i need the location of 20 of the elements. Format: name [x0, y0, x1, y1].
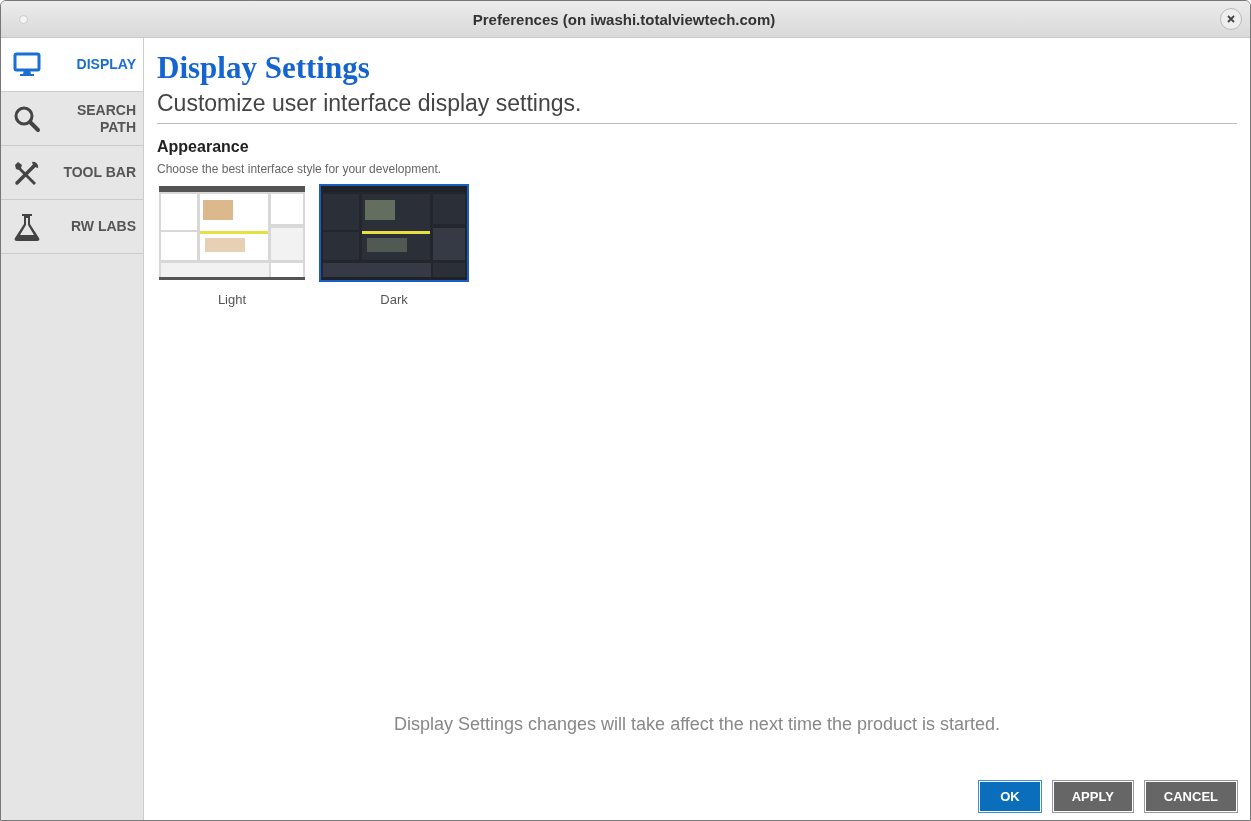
sidebar-item[interactable]: DISPLAY: [1, 38, 143, 92]
theme-preview-drawing[interactable]: [157, 184, 307, 282]
flask-icon: [13, 211, 41, 242]
dialog-button[interactable]: APPLY: [1052, 781, 1133, 812]
search-icon: [13, 104, 41, 133]
page-heading: Display Settings: [157, 50, 371, 86]
theme-label: Light: [217, 292, 247, 307]
page-subheading: Customize user interface display settings.: [157, 90, 1237, 124]
theme-label: Dark: [380, 292, 408, 307]
close-button[interactable]: [1220, 8, 1242, 30]
theme-preview-drawing[interactable]: [319, 184, 469, 282]
section-title: Appearance: [157, 138, 250, 156]
close-icon: [1226, 14, 1236, 24]
window-title: Preferences (on iwashi.totalviewtech.com): [472, 10, 776, 28]
window-menu-dot[interactable]: [19, 14, 28, 24]
monitor-icon: [13, 50, 41, 79]
dialog-button[interactable]: CANCEL: [1144, 781, 1237, 812]
dialog-button[interactable]: OK: [979, 781, 1041, 812]
restart-notice: Display Settings changes will take affect the next time the product is started.: [393, 714, 1001, 735]
section-description: Choose the best interface style for your development.: [157, 162, 443, 176]
